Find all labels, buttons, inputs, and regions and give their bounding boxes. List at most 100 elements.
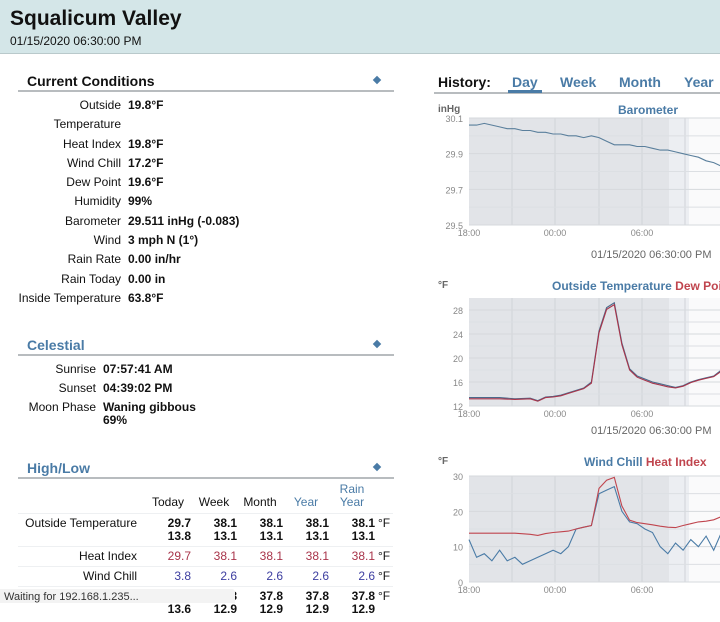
current-conditions-list: Outside Temperature 19.8°F Heat Index 19.8°… — [18, 96, 394, 308]
y-tick-label: 16 — [453, 378, 463, 388]
barometer-chart: 30.129.929.729.518:0000:0006:001 inHg Ba… — [434, 100, 720, 261]
tab-day[interactable]: Day — [508, 74, 542, 93]
unit-label: °F — [375, 586, 393, 620]
plot-day-area — [689, 298, 720, 406]
current-value: 29.511 inHg (-0.083) — [128, 213, 240, 228]
moon-phase-name: Waning gibbous — [103, 400, 196, 415]
collapse-toggle-icon[interactable] — [372, 463, 382, 472]
current-value: 19.8°F — [128, 98, 164, 112]
windchill-chart-title: Wind Chill Heat Index — [584, 455, 707, 469]
high-value: 2.6 — [358, 569, 375, 584]
x-tick-label: 18:00 — [458, 585, 481, 595]
celestial-row-sunset: Sunset 04:39:02 PM — [18, 379, 394, 398]
high-value: 38.1 — [259, 516, 283, 531]
tab-week[interactable]: Week — [560, 74, 596, 90]
collapse-toggle-icon[interactable] — [372, 75, 382, 85]
chart-svg: 30.129.929.729.518:0000:0006:001 — [445, 114, 720, 238]
current-conditions-header[interactable]: Current Conditions — [18, 70, 394, 92]
current-value: 63.8°F — [128, 290, 164, 305]
highlow-cell: 38.1 — [237, 546, 283, 567]
current-value: 3 mph N (1°) — [128, 233, 199, 248]
moon-phase-value: Waning gibbous 69% — [103, 401, 196, 427]
high-value: 38.1 — [351, 549, 375, 564]
collapse-toggle-icon[interactable] — [372, 340, 382, 349]
y-tick-label: 30.1 — [445, 114, 463, 124]
low-value: 12.9 — [213, 602, 237, 617]
sunset-value: 04:39:02 PM — [103, 381, 173, 396]
chart-svg: 302010018:0000:0006:001 — [453, 472, 720, 595]
x-tick-label: 00:00 — [544, 228, 567, 238]
high-value: 38.1 — [213, 516, 237, 531]
current-conditions-title: Current Conditions — [27, 73, 155, 89]
highlow-cell: 2.6 — [191, 566, 237, 587]
high-value: 29.7 — [167, 549, 191, 564]
current-value: 99% — [128, 194, 153, 209]
celestial-list: Sunrise 07:57:41 AM Sunset 04:39:02 PM M… — [18, 360, 394, 427]
current-value: 0.00 in — [128, 271, 166, 286]
highlow-col-year[interactable]: Year — [283, 483, 329, 514]
high-value: 38.1 — [351, 516, 375, 531]
x-tick-label: 06:00 — [631, 585, 654, 595]
dew-point-legend: Dew Point — [675, 279, 720, 293]
current-row: Barometer 29.511 inHg (-0.083) — [18, 212, 394, 231]
highlow-cell: 38.1 — [191, 546, 237, 567]
current-row: Rain Today 0.00 in — [18, 270, 394, 289]
unit-label: °F — [375, 566, 393, 587]
current-label: Barometer — [64, 213, 121, 228]
tab-month[interactable]: Month — [619, 74, 661, 90]
x-tick-label: 18:00 — [458, 409, 481, 419]
low-value: 12.9 — [351, 602, 375, 617]
current-row: Wind 3 mph N (1°) — [18, 231, 394, 250]
windchill-y-unit: °F — [438, 456, 449, 467]
high-value: 29.7 — [167, 516, 191, 531]
current-value: 19.8°F — [128, 136, 164, 151]
current-row: Humidity 99% — [18, 192, 394, 211]
temperature-chart-title: Outside Temperature Dew Point — [552, 279, 720, 293]
history-tabs: History: Day Week Month Year — [434, 70, 720, 94]
highlow-header[interactable]: High/Low — [18, 457, 394, 480]
high-value: 2.6 — [220, 569, 237, 584]
high-value: 38.1 — [305, 549, 329, 564]
highlow-col-rain-year[interactable]: Rain Year — [329, 483, 375, 514]
high-value: 3.8 — [174, 569, 191, 584]
highlow-col-today: Today — [151, 495, 185, 510]
browser-status-bar: Waiting for 192.168.1.235... — [0, 589, 235, 603]
plot-twilight-shade — [669, 298, 689, 406]
plot-night-shade — [469, 298, 669, 406]
low-value: 12.9 — [259, 602, 283, 617]
high-value: 2.6 — [312, 569, 329, 584]
x-tick-label: 00:00 — [544, 585, 567, 595]
highlow-cell: 3.8 — [145, 566, 191, 587]
highlow-row-label: Heat Index — [18, 546, 145, 567]
current-label: Dew Point — [66, 175, 121, 190]
current-label: Wind — [93, 233, 121, 248]
highlow-cell: 38.1 13.1 — [329, 513, 375, 547]
highlow-cell: 38.1 13.1 — [237, 513, 283, 547]
wind-chill-legend: Wind Chill — [584, 455, 643, 469]
highlow-col-unit — [375, 483, 393, 514]
station-datetime: 01/15/2020 06:30:00 PM — [10, 34, 142, 48]
y-tick-label: 28 — [453, 306, 463, 316]
high-value: 37.8 — [305, 589, 329, 604]
current-label: Outside Temperature — [53, 98, 121, 132]
highlow-cell: 38.1 — [329, 546, 375, 567]
celestial-row-sunrise: Sunrise 07:57:41 AM — [18, 360, 394, 379]
moon-phase-label: Moon Phase — [28, 400, 96, 415]
highlow-row: Wind Chill 3.8 2.6 2.6 2.6 2.6 °F — [18, 566, 393, 587]
current-value: 0.00 in/hr — [128, 252, 181, 267]
celestial-header[interactable]: Celestial — [18, 334, 394, 357]
history-label: History: — [438, 74, 491, 90]
y-tick-label: 20 — [453, 507, 463, 517]
highlow-row: Outside Temperature 29.7 13.8 38.1 13.1 38.1 1… — [18, 513, 393, 547]
highlow-row-label: Wind Chill — [18, 566, 145, 587]
tab-year[interactable]: Year — [684, 74, 714, 90]
y-tick-label: 29.7 — [445, 185, 463, 195]
high-value: 38.1 — [259, 549, 283, 564]
station-header: Squalicum Valley 01/15/2020 06:30:00 PM — [0, 0, 720, 54]
unit-label: °F — [375, 513, 393, 547]
x-tick-label: 18:00 — [458, 228, 481, 238]
current-row: Rain Rate 0.00 in/hr — [18, 250, 394, 269]
highlow-cell: 38.1 13.1 — [283, 513, 329, 547]
y-tick-label: 24 — [453, 330, 463, 340]
highlow-col-month: Month — [243, 495, 277, 510]
